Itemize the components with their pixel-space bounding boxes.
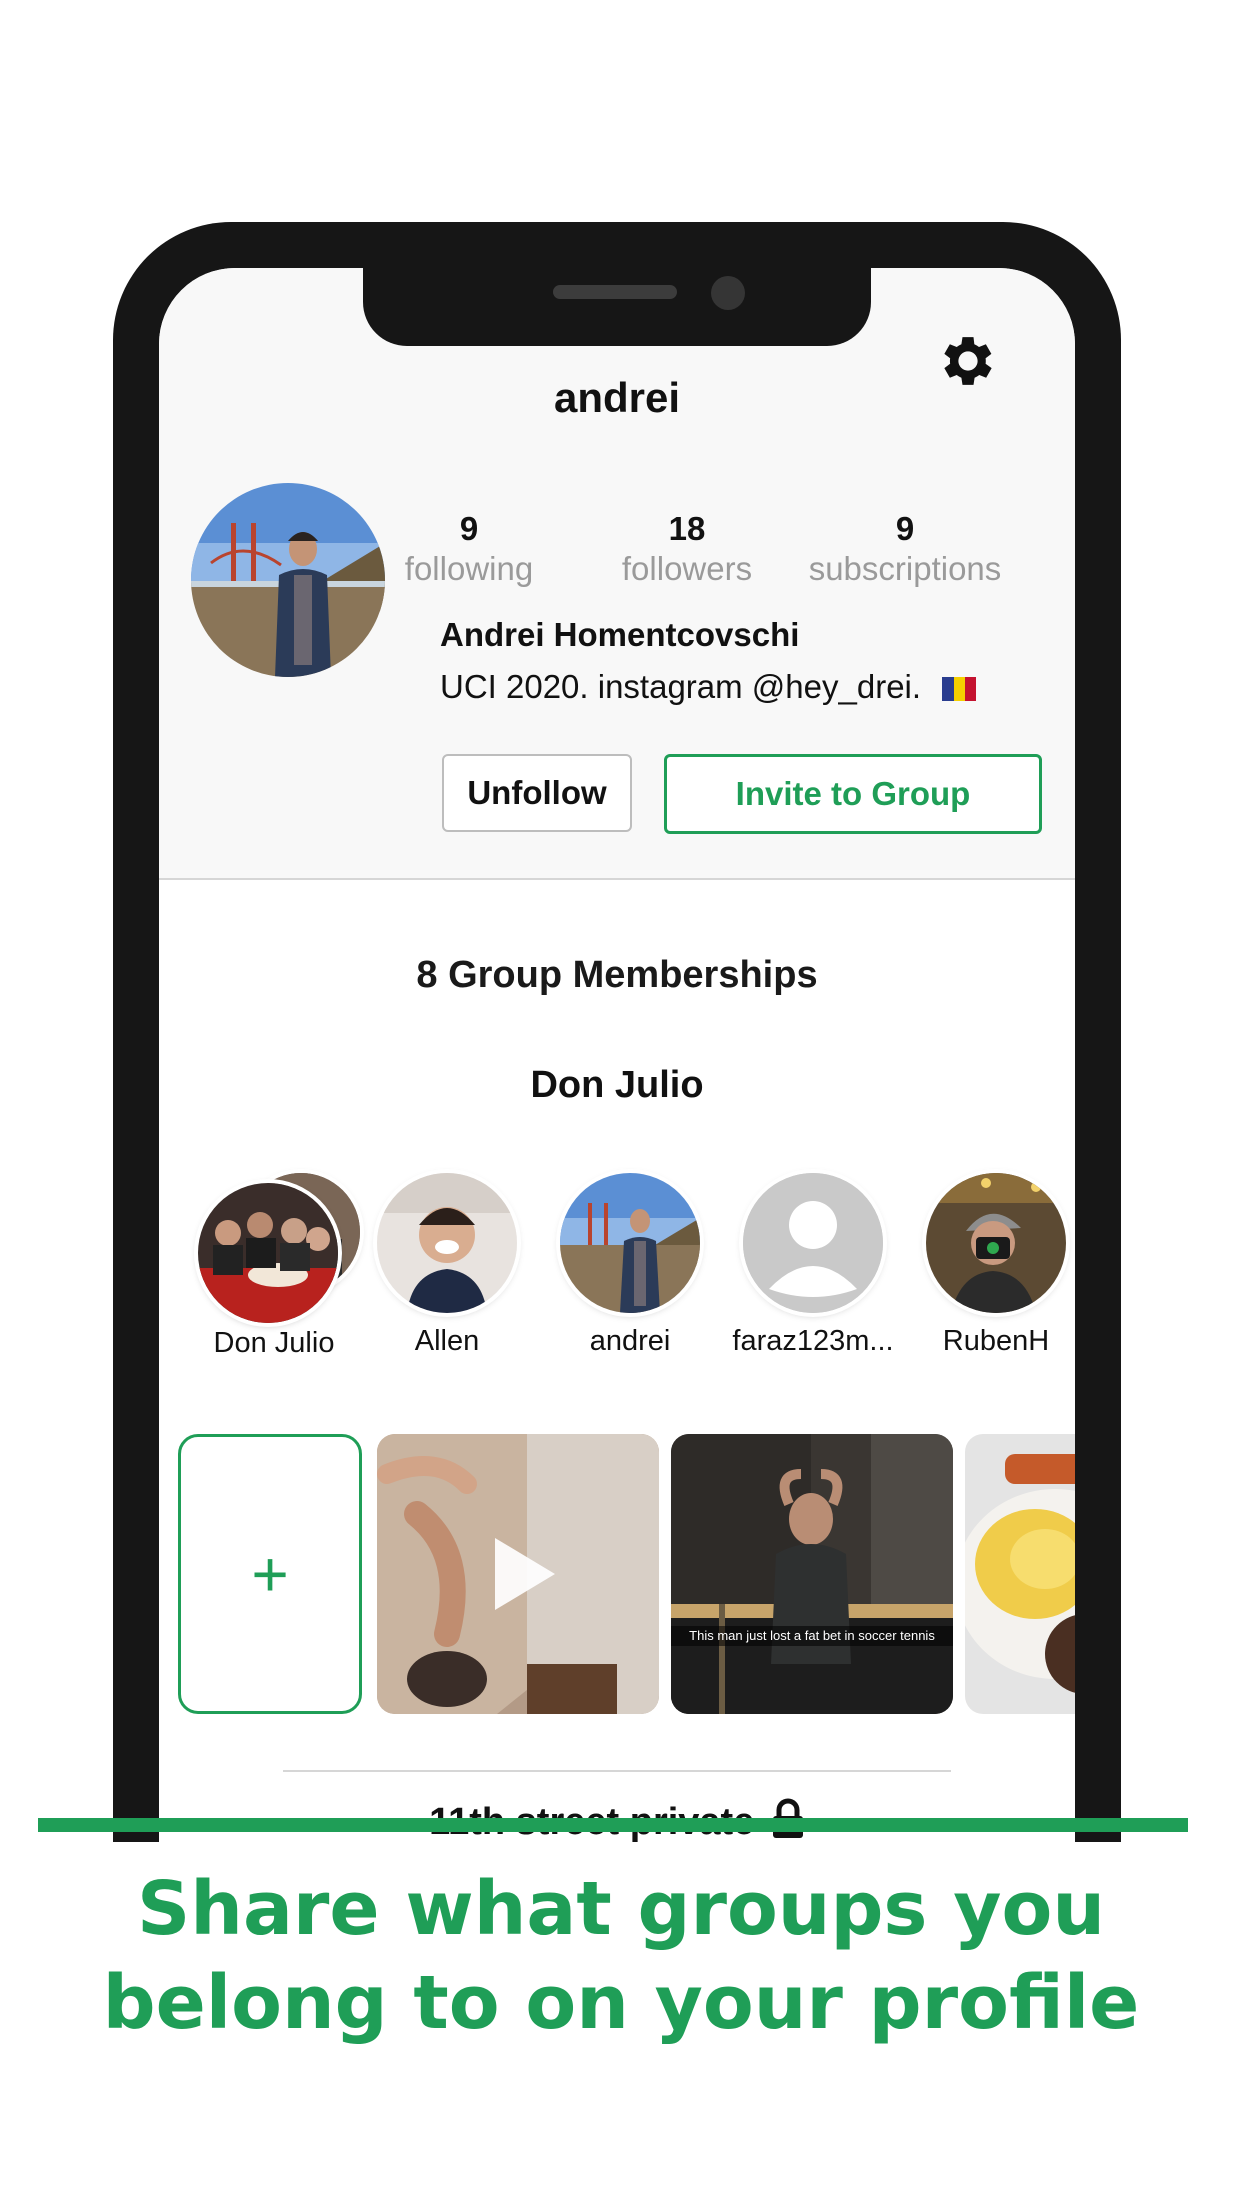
memberships-title: 8 Group Memberships xyxy=(416,954,818,996)
marketing-tagline: Share what groups you belong to on your … xyxy=(0,1862,1242,2050)
bio-text: UCI 2020. instagram @hey_drei. xyxy=(440,668,922,705)
invite-to-group-button[interactable]: Invite to Group xyxy=(664,754,1042,834)
page-title: andrei xyxy=(553,374,681,421)
media-tile-photo[interactable]: This man just lost a fat bet in soccer t… xyxy=(671,1434,953,1714)
play-icon xyxy=(495,1538,555,1610)
profile-header: andrei 9 following 18 followers 9 subscr… xyxy=(159,268,1075,880)
member-item[interactable]: RubenH xyxy=(906,1173,1075,1358)
full-name: Andrei Homentcovschi xyxy=(440,616,800,653)
accent-bar xyxy=(38,1818,1188,1832)
member-avatar xyxy=(560,1173,700,1313)
following-count: 9 xyxy=(459,510,479,547)
avatar xyxy=(191,483,385,677)
member-avatar xyxy=(926,1173,1066,1313)
photo-caption: This man just lost a fat bet in soccer t… xyxy=(671,1626,953,1646)
media-tile-photo[interactable] xyxy=(965,1434,1075,1714)
member-name: Allen xyxy=(414,1325,480,1357)
followers-count: 18 xyxy=(668,510,706,547)
member-name: Don Julio xyxy=(213,1327,335,1359)
group-name[interactable]: Don Julio xyxy=(159,1064,1075,1107)
speaker-grille xyxy=(553,285,677,299)
member-avatar xyxy=(377,1173,517,1313)
media-tile-video[interactable] xyxy=(377,1434,659,1714)
group-avatar xyxy=(198,1183,338,1323)
unfollow-button[interactable]: Unfollow xyxy=(442,754,632,832)
followers-label: followers xyxy=(621,550,753,587)
following-label: following xyxy=(404,550,534,587)
phone-notch xyxy=(363,268,871,346)
section-divider xyxy=(283,1770,951,1772)
bio: UCI 2020. instagram @hey_drei. xyxy=(440,668,977,706)
member-name: RubenH xyxy=(942,1325,1050,1357)
tagline-line-1: Share what groups you xyxy=(137,1866,1105,1952)
member-name: faraz123m... xyxy=(732,1325,894,1357)
add-post-button[interactable]: + xyxy=(178,1434,362,1714)
stat-subscriptions[interactable]: 9 subscriptions xyxy=(795,510,1015,588)
stat-following[interactable]: 9 following xyxy=(359,510,579,588)
plus-icon: + xyxy=(251,1538,289,1610)
romania-flag-icon xyxy=(942,677,977,702)
subscriptions-count: 9 xyxy=(895,510,915,547)
phone-frame: andrei 9 following 18 followers 9 subscr… xyxy=(113,222,1121,1878)
default-avatar-icon xyxy=(743,1173,883,1313)
member-item[interactable]: Allen xyxy=(357,1173,537,1358)
tagline-line-2: belong to on your profile xyxy=(102,1960,1140,2046)
member-item[interactable]: Don Julio xyxy=(184,1173,364,1360)
member-item[interactable]: faraz123m... xyxy=(723,1173,903,1358)
front-camera xyxy=(711,276,745,310)
member-name: andrei xyxy=(589,1325,671,1357)
stat-followers[interactable]: 18 followers xyxy=(577,510,797,588)
subscriptions-label: subscriptions xyxy=(808,550,1002,587)
app-screen: andrei 9 following 18 followers 9 subscr… xyxy=(159,268,1075,1878)
member-item[interactable]: andrei xyxy=(540,1173,720,1358)
